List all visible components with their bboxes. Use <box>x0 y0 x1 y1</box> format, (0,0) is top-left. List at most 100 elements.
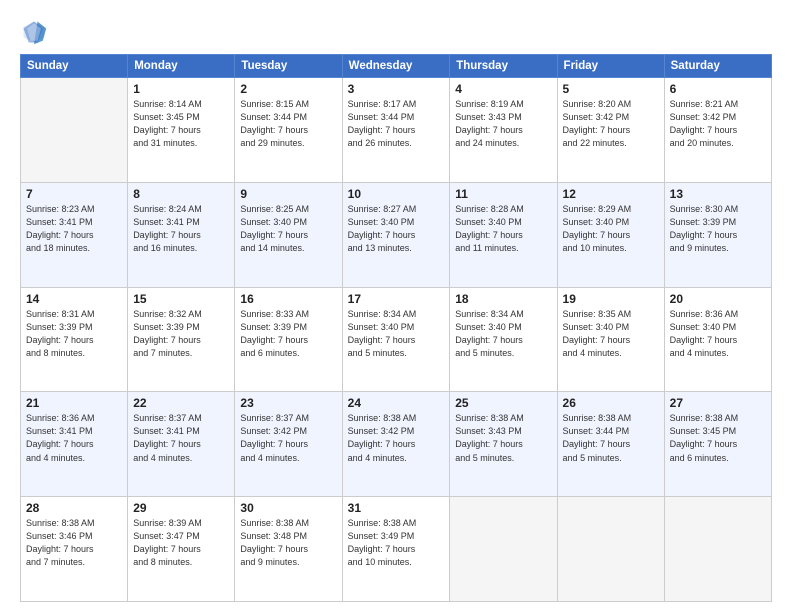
calendar-cell: 24 Sunrise: 8:38 AM Sunset: 3:42 PM Dayli… <box>342 392 450 497</box>
calendar-cell: 4Sunrise: 8:19 AM Sunset: 3:43 PM Daylig… <box>450 78 557 183</box>
calendar-week-row-5: 28 Sunrise: 8:38 AM Sunset: 3:46 PM Dayli… <box>21 497 772 602</box>
calendar-cell: 17Sunrise: 8:34 AM Sunset: 3:40 PM Dayli… <box>342 287 450 392</box>
calendar-cell: 25 Sunrise: 8:38 AM Sunset: 3:43 PM Dayli… <box>450 392 557 497</box>
calendar-cell: 19Sunrise: 8:35 AM Sunset: 3:40 PM Dayli… <box>557 287 664 392</box>
calendar-table: SundayMondayTuesdayWednesdayThursdayFrid… <box>20 54 772 602</box>
day-info: Sunrise: 8:36 AM Sunset: 3:40 PM Dayligh… <box>670 308 766 360</box>
day-number: 29 <box>133 501 229 515</box>
day-number: 28 <box>26 501 122 515</box>
day-info: Sunrise: 8:17 AM Sunset: 3:44 PM Dayligh… <box>348 98 445 150</box>
calendar-cell: 10 Sunrise: 8:27 AM Sunset: 3:40 PM Dayli… <box>342 182 450 287</box>
day-info: Sunrise: 8:21 AM Sunset: 3:42 PM Dayligh… <box>670 98 766 150</box>
day-number: 10 <box>348 187 445 201</box>
calendar-cell: 14 Sunrise: 8:31 AM Sunset: 3:39 PM Dayli… <box>21 287 128 392</box>
day-number: 2 <box>240 82 336 96</box>
calendar-cell <box>21 78 128 183</box>
logo <box>20 18 52 46</box>
day-info: Sunrise: 8:38 AM Sunset: 3:44 PM Dayligh… <box>563 412 659 464</box>
day-info: Sunrise: 8:38 AM Sunset: 3:46 PM Dayligh… <box>26 517 122 569</box>
day-info: Sunrise: 8:27 AM Sunset: 3:40 PM Dayligh… <box>348 203 445 255</box>
calendar-cell <box>664 497 771 602</box>
calendar-cell: 21 Sunrise: 8:36 AM Sunset: 3:41 PM Dayli… <box>21 392 128 497</box>
day-number: 22 <box>133 396 229 410</box>
calendar-cell: 9 Sunrise: 8:25 AM Sunset: 3:40 PM Daylig… <box>235 182 342 287</box>
day-number: 26 <box>563 396 659 410</box>
day-info: Sunrise: 8:24 AM Sunset: 3:41 PM Dayligh… <box>133 203 229 255</box>
day-info: Sunrise: 8:28 AM Sunset: 3:40 PM Dayligh… <box>455 203 551 255</box>
day-info: Sunrise: 8:33 AM Sunset: 3:39 PM Dayligh… <box>240 308 336 360</box>
day-info: Sunrise: 8:32 AM Sunset: 3:39 PM Dayligh… <box>133 308 229 360</box>
day-info: Sunrise: 8:15 AM Sunset: 3:44 PM Dayligh… <box>240 98 336 150</box>
calendar-cell: 28 Sunrise: 8:38 AM Sunset: 3:46 PM Dayli… <box>21 497 128 602</box>
day-number: 12 <box>563 187 659 201</box>
day-number: 20 <box>670 292 766 306</box>
calendar-week-row-1: 1Sunrise: 8:14 AM Sunset: 3:45 PM Daylig… <box>21 78 772 183</box>
day-number: 30 <box>240 501 336 515</box>
day-info: Sunrise: 8:30 AM Sunset: 3:39 PM Dayligh… <box>670 203 766 255</box>
calendar-week-row-3: 14 Sunrise: 8:31 AM Sunset: 3:39 PM Dayli… <box>21 287 772 392</box>
day-number: 13 <box>670 187 766 201</box>
calendar-cell: 7 Sunrise: 8:23 AM Sunset: 3:41 PM Daylig… <box>21 182 128 287</box>
calendar-cell: 8 Sunrise: 8:24 AM Sunset: 3:41 PM Daylig… <box>128 182 235 287</box>
day-info: Sunrise: 8:23 AM Sunset: 3:41 PM Dayligh… <box>26 203 122 255</box>
day-number: 7 <box>26 187 122 201</box>
calendar-cell <box>450 497 557 602</box>
calendar-header-wednesday: Wednesday <box>342 55 450 78</box>
calendar-cell: 22Sunrise: 8:37 AM Sunset: 3:41 PM Dayli… <box>128 392 235 497</box>
calendar-cell: 29Sunrise: 8:39 AM Sunset: 3:47 PM Dayli… <box>128 497 235 602</box>
calendar-header-thursday: Thursday <box>450 55 557 78</box>
day-info: Sunrise: 8:19 AM Sunset: 3:43 PM Dayligh… <box>455 98 551 150</box>
day-info: Sunrise: 8:38 AM Sunset: 3:48 PM Dayligh… <box>240 517 336 569</box>
day-number: 31 <box>348 501 445 515</box>
calendar-header-saturday: Saturday <box>664 55 771 78</box>
day-number: 24 <box>348 396 445 410</box>
calendar-cell: 3 Sunrise: 8:17 AM Sunset: 3:44 PM Daylig… <box>342 78 450 183</box>
calendar-cell: 23 Sunrise: 8:37 AM Sunset: 3:42 PM Dayli… <box>235 392 342 497</box>
calendar-header-row: SundayMondayTuesdayWednesdayThursdayFrid… <box>21 55 772 78</box>
day-info: Sunrise: 8:31 AM Sunset: 3:39 PM Dayligh… <box>26 308 122 360</box>
day-number: 23 <box>240 396 336 410</box>
calendar-cell: 20 Sunrise: 8:36 AM Sunset: 3:40 PM Dayli… <box>664 287 771 392</box>
day-info: Sunrise: 8:14 AM Sunset: 3:45 PM Dayligh… <box>133 98 229 150</box>
day-info: Sunrise: 8:38 AM Sunset: 3:42 PM Dayligh… <box>348 412 445 464</box>
calendar-cell: 6 Sunrise: 8:21 AM Sunset: 3:42 PM Daylig… <box>664 78 771 183</box>
day-info: Sunrise: 8:20 AM Sunset: 3:42 PM Dayligh… <box>563 98 659 150</box>
day-number: 16 <box>240 292 336 306</box>
day-number: 8 <box>133 187 229 201</box>
day-number: 18 <box>455 292 551 306</box>
day-info: Sunrise: 8:34 AM Sunset: 3:40 PM Dayligh… <box>455 308 551 360</box>
day-number: 25 <box>455 396 551 410</box>
calendar-cell: 12Sunrise: 8:29 AM Sunset: 3:40 PM Dayli… <box>557 182 664 287</box>
calendar-cell: 13 Sunrise: 8:30 AM Sunset: 3:39 PM Dayli… <box>664 182 771 287</box>
calendar-cell: 11Sunrise: 8:28 AM Sunset: 3:40 PM Dayli… <box>450 182 557 287</box>
day-number: 17 <box>348 292 445 306</box>
calendar-cell: 15Sunrise: 8:32 AM Sunset: 3:39 PM Dayli… <box>128 287 235 392</box>
day-number: 5 <box>563 82 659 96</box>
day-number: 27 <box>670 396 766 410</box>
page: SundayMondayTuesdayWednesdayThursdayFrid… <box>0 0 792 612</box>
calendar-cell: 30 Sunrise: 8:38 AM Sunset: 3:48 PM Dayli… <box>235 497 342 602</box>
calendar-header-sunday: Sunday <box>21 55 128 78</box>
calendar-cell: 27Sunrise: 8:38 AM Sunset: 3:45 PM Dayli… <box>664 392 771 497</box>
day-info: Sunrise: 8:37 AM Sunset: 3:42 PM Dayligh… <box>240 412 336 464</box>
day-number: 3 <box>348 82 445 96</box>
calendar-cell: 5 Sunrise: 8:20 AM Sunset: 3:42 PM Daylig… <box>557 78 664 183</box>
logo-icon <box>20 18 48 46</box>
day-info: Sunrise: 8:36 AM Sunset: 3:41 PM Dayligh… <box>26 412 122 464</box>
header <box>20 18 772 46</box>
calendar-cell: 16 Sunrise: 8:33 AM Sunset: 3:39 PM Dayli… <box>235 287 342 392</box>
day-number: 9 <box>240 187 336 201</box>
calendar-cell: 26 Sunrise: 8:38 AM Sunset: 3:44 PM Dayli… <box>557 392 664 497</box>
day-number: 21 <box>26 396 122 410</box>
day-number: 6 <box>670 82 766 96</box>
day-info: Sunrise: 8:38 AM Sunset: 3:43 PM Dayligh… <box>455 412 551 464</box>
calendar-cell <box>557 497 664 602</box>
day-info: Sunrise: 8:38 AM Sunset: 3:49 PM Dayligh… <box>348 517 445 569</box>
day-info: Sunrise: 8:25 AM Sunset: 3:40 PM Dayligh… <box>240 203 336 255</box>
calendar-cell: 2 Sunrise: 8:15 AM Sunset: 3:44 PM Daylig… <box>235 78 342 183</box>
day-number: 14 <box>26 292 122 306</box>
day-info: Sunrise: 8:35 AM Sunset: 3:40 PM Dayligh… <box>563 308 659 360</box>
calendar-cell: 31 Sunrise: 8:38 AM Sunset: 3:49 PM Dayli… <box>342 497 450 602</box>
calendar-header-tuesday: Tuesday <box>235 55 342 78</box>
calendar-week-row-4: 21 Sunrise: 8:36 AM Sunset: 3:41 PM Dayli… <box>21 392 772 497</box>
